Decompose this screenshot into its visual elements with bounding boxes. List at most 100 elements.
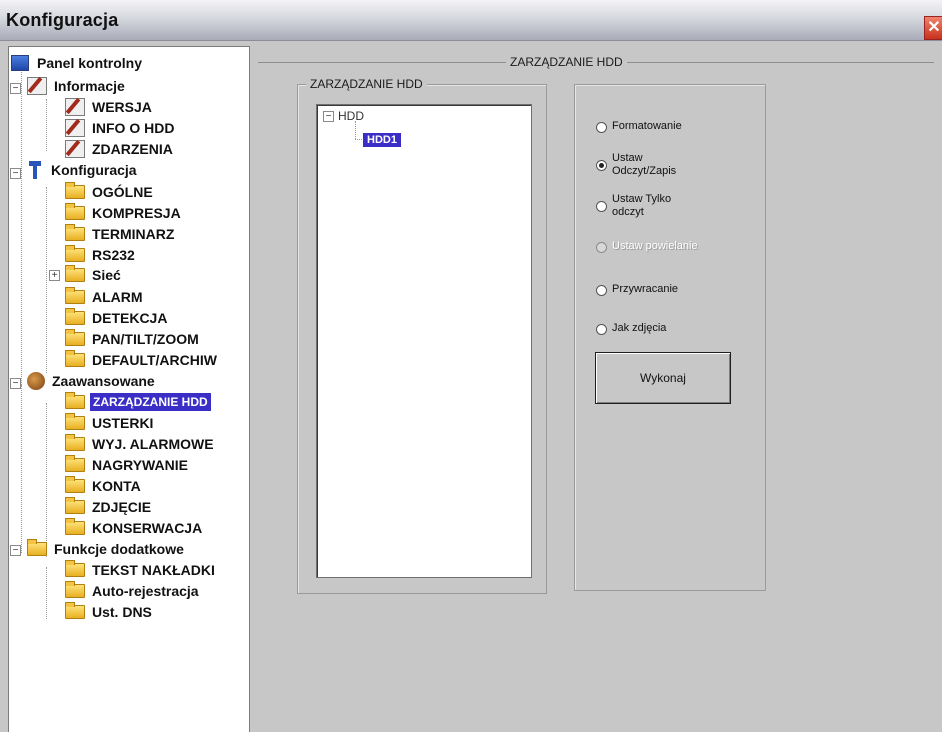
folder-icon (65, 455, 85, 472)
folder-icon (65, 476, 85, 493)
tree-label: Ust. DNS (92, 604, 152, 620)
folder-icon (65, 287, 85, 304)
tree-label: KONSERWACJA (92, 520, 203, 536)
tree-label: INFO O HDD (92, 120, 175, 136)
document-icon (27, 77, 47, 95)
tree-label: ZDARZENIA (92, 141, 173, 157)
tree-item-informacje[interactable]: Informacje (27, 76, 127, 96)
tree-item-alarm[interactable]: ALARM (65, 287, 145, 307)
window-title: Konfiguracja (6, 10, 119, 30)
tree-item-default-archiw[interactable]: DEFAULT/ARCHIW (65, 350, 219, 370)
tree-label: USTERKI (92, 415, 154, 431)
tree-label: OGÓLNE (92, 184, 153, 200)
radio-label: Ustaw Odczyt/Zapis (612, 152, 676, 178)
collapse-icon[interactable]: − (323, 110, 334, 122)
hdd-root-label: HDD (338, 109, 364, 123)
expand-icon[interactable]: + (49, 270, 60, 281)
advanced-icon (27, 372, 45, 390)
folder-icon (65, 203, 85, 220)
tree-item-ogolne[interactable]: OGÓLNE (65, 182, 155, 202)
tree-item-zaawansowane[interactable]: Zaawansowane (27, 371, 157, 391)
radio-label-line: odczyt (612, 206, 644, 218)
radio-label: Przywracanie (612, 283, 679, 295)
hdd-root-node[interactable]: − HDD (323, 109, 364, 123)
tree-label: RS232 (92, 247, 135, 263)
radio-dot (596, 324, 607, 335)
radio-label: Ustaw Tylko odczyt (612, 193, 671, 219)
folder-icon (65, 497, 85, 514)
hdd-list[interactable]: − HDD HDD1 (316, 104, 532, 578)
collapse-icon[interactable]: − (10, 168, 21, 179)
tree-label: DETEKCJA (92, 310, 168, 326)
collapse-icon[interactable]: − (10, 378, 21, 389)
tree-item-rs232[interactable]: RS232 (65, 245, 137, 265)
radio-format[interactable]: Formatowanie (596, 120, 682, 133)
tree-item-nagrywanie[interactable]: NAGRYWANIE (65, 455, 190, 475)
collapse-icon[interactable]: − (10, 83, 21, 94)
tree-label: PAN/TILT/ZOOM (92, 331, 199, 347)
tree-item-auto-rejestracja[interactable]: Auto-rejestracja (65, 581, 201, 601)
tree-item-funkcje-dodatkowe[interactable]: Funkcje dodatkowe (27, 539, 186, 559)
radio-dot (596, 285, 607, 296)
radio-label: Ustaw powielanie (612, 240, 698, 252)
tree-label: Konfiguracja (51, 162, 137, 178)
tree-label: Sieć (92, 267, 121, 283)
radio-dot (596, 122, 607, 133)
close-button[interactable]: ✕ (924, 16, 942, 40)
tree-item-konfiguracja[interactable]: Konfiguracja (27, 160, 139, 180)
tree-label: Panel kontrolny (37, 55, 143, 71)
tree-item-zarzadzanie-hdd[interactable]: ZARZĄDZANIE HDD (65, 392, 211, 412)
hdd1-node[interactable]: HDD1 (363, 133, 401, 147)
tree-item-kompresja[interactable]: KOMPRESJA (65, 203, 183, 223)
radio-label: Jak zdjęcia (612, 322, 667, 334)
folder-icon (65, 329, 85, 346)
radio-snapshot[interactable]: Jak zdjęcia (596, 322, 666, 335)
folder-icon (65, 392, 85, 409)
tree-item-info-hdd[interactable]: INFO O HDD (65, 118, 176, 138)
tree-label: Informacje (54, 78, 125, 94)
folder-icon (65, 350, 85, 367)
tree-label: TEKST NAKŁADKI (92, 562, 215, 578)
tree-item-tekst-nakladki[interactable]: TEKST NAKŁADKI (65, 560, 217, 580)
document-icon (65, 119, 85, 137)
tree-label: ALARM (92, 289, 143, 305)
folder-icon (65, 308, 85, 325)
radio-read-write[interactable]: Ustaw Odczyt/Zapis (596, 152, 676, 178)
execute-button[interactable]: Wykonaj (595, 352, 731, 404)
navigation-tree: Panel kontrolny − Informacje WERSJA INFO… (8, 46, 250, 732)
tree-label: TERMINARZ (92, 226, 175, 242)
tree-label: WYJ. ALARMOWE (92, 436, 214, 452)
radio-dot-checked (596, 160, 607, 171)
tree-label: Zaawansowane (52, 373, 155, 389)
tree-item-wyj-alarmowe[interactable]: WYJ. ALARMOWE (65, 434, 216, 454)
folder-icon (65, 560, 85, 577)
folder-icon (65, 581, 85, 598)
tree-item-konta[interactable]: KONTA (65, 476, 143, 496)
radio-read-only[interactable]: Ustaw Tylko odczyt (596, 193, 671, 219)
tree-item-zdarzenia[interactable]: ZDARZENIA (65, 139, 175, 159)
title-bar: Konfiguracja ✕ (0, 0, 942, 41)
tree-item-panel[interactable]: Panel kontrolny (11, 53, 144, 73)
folder-icon (65, 602, 85, 619)
collapse-icon[interactable]: − (10, 545, 21, 556)
radio-label-line: Odczyt/Zapis (612, 165, 677, 177)
tree-label: ZDJĘCIE (92, 499, 152, 515)
tree-item-terminarz[interactable]: TERMINARZ (65, 224, 176, 244)
tree-item-pan-tilt-zoom[interactable]: PAN/TILT/ZOOM (65, 329, 201, 349)
radio-redundant: Ustaw powielanie (596, 240, 698, 253)
radio-restore[interactable]: Przywracanie (596, 283, 678, 296)
tree-item-usterki[interactable]: USTERKI (65, 413, 155, 433)
document-icon (65, 140, 85, 158)
folder-icon (65, 245, 85, 262)
group-title: ZARZĄDZANIE HDD (306, 77, 427, 91)
tree-item-wersja[interactable]: WERSJA (65, 97, 154, 117)
radio-label: Formatowanie (612, 120, 682, 132)
tree-label: DEFAULT/ARCHIW (92, 352, 217, 368)
tree-item-siec[interactable]: Sieć (65, 265, 123, 285)
tree-label: KONTA (92, 478, 141, 494)
tree-item-konserwacja[interactable]: KONSERWACJA (65, 518, 204, 538)
tree-item-zdjecie[interactable]: ZDJĘCIE (65, 497, 153, 517)
tree-item-ust-dns[interactable]: Ust. DNS (65, 602, 154, 622)
tree-item-detekcja[interactable]: DETEKCJA (65, 308, 169, 328)
tree-label-selected: ZARZĄDZANIE HDD (90, 393, 211, 411)
